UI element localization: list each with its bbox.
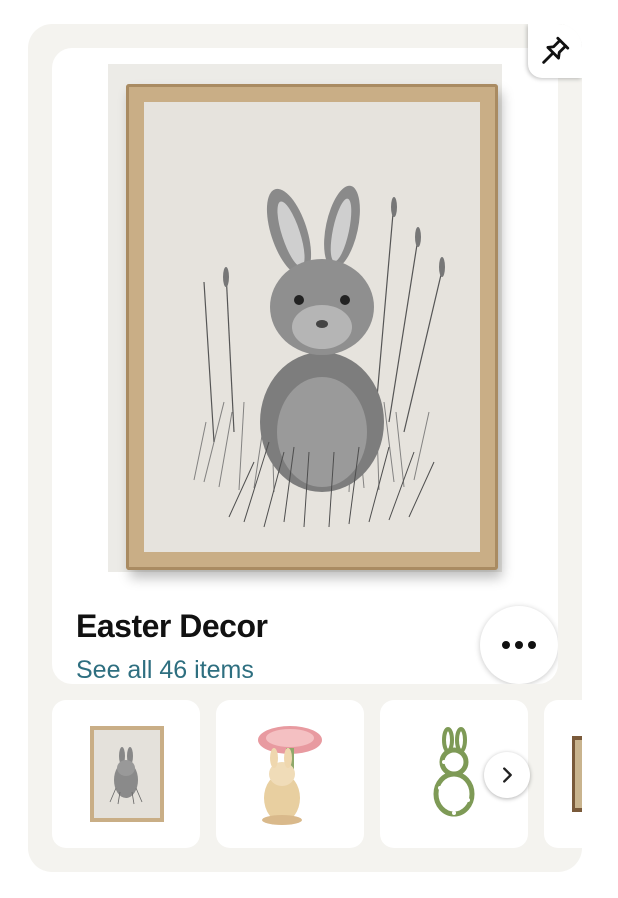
- thumbnail-framed-art[interactable]: [544, 700, 582, 848]
- cover-image-bunny-sketch[interactable]: [108, 64, 502, 572]
- next-items-button[interactable]: [484, 752, 530, 798]
- framed-art-thumbnail-image: [572, 736, 582, 812]
- bunny-figurine-thumbnail-image: [258, 726, 322, 825]
- more-dot: [515, 641, 523, 649]
- pin-button[interactable]: [528, 24, 582, 78]
- pushpin-icon: [542, 36, 570, 64]
- thumbnail-bunny-sketch[interactable]: [52, 700, 200, 848]
- more-options-button[interactable]: [480, 606, 558, 684]
- chevron-right-icon: [503, 767, 512, 783]
- more-dots-icon: [502, 641, 510, 649]
- more-dot: [528, 641, 536, 649]
- thumbnail-bunny-figurine[interactable]: [216, 700, 364, 848]
- wooden-frame: [126, 84, 498, 570]
- board-title[interactable]: Easter Decor: [76, 608, 268, 645]
- bunny-sketch-thumbnail-image: [90, 726, 164, 822]
- see-all-items-link[interactable]: See all 46 items: [76, 656, 254, 684]
- board-card[interactable]: Easter Decor See all 46 items: [28, 24, 582, 872]
- bunny-sketch-illustration: [144, 102, 480, 552]
- board-cover-card[interactable]: Easter Decor See all 46 items: [52, 48, 558, 684]
